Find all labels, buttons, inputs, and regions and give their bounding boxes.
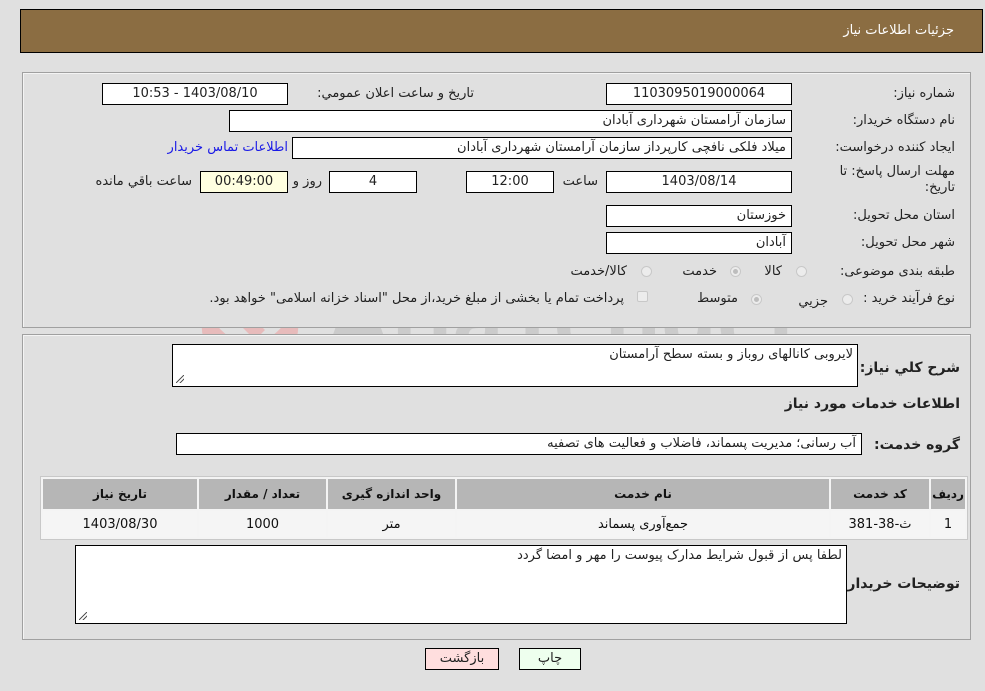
- cell-unit: متر: [328, 511, 455, 537]
- category-service-radio[interactable]: [730, 266, 741, 277]
- deadline-label: مهلت ارسال پاسخ: تا تاریخ:: [839, 164, 955, 195]
- cell-service-code: ث-38-381: [831, 511, 929, 537]
- buyer-contact-link[interactable]: اطلاعات تماس خریدار: [168, 140, 288, 155]
- time-remaining-label: ساعت باقي مانده: [95, 174, 192, 189]
- table-row: 1 ث-38-381 جمع‌آوری پسماند متر 1000 1403…: [43, 511, 965, 537]
- creator-label: ایجاد کننده درخواست:: [835, 140, 955, 155]
- resize-grip-icon[interactable]: [176, 375, 184, 383]
- days-remaining-field[interactable]: 4: [329, 171, 417, 193]
- col-header-service-name: نام خدمت: [457, 479, 829, 509]
- purchase-medium-radio[interactable]: [751, 294, 762, 305]
- category-goods-service-radio[interactable]: [641, 266, 652, 277]
- category-goods-service-label: کالا/خدمت: [570, 264, 627, 279]
- need-number-label: شماره نیاز:: [893, 86, 955, 101]
- need-number-field[interactable]: 1103095019000064: [606, 83, 792, 105]
- table-header-row: ردیف کد خدمت نام خدمت واحد اندازه گیری ت…: [43, 479, 965, 509]
- print-button[interactable]: چاپ: [519, 648, 581, 670]
- province-label: استان محل تحویل:: [853, 208, 955, 223]
- buyer-notes-text: لطفا پس از قبول شرایط مدارک پیوست را مهر…: [517, 548, 842, 563]
- page-title: جزئیات اطلاعات نیاز: [843, 23, 954, 38]
- summary-label: شرح کلي نیاز:: [859, 360, 960, 376]
- services-heading: اطلاعات خدمات مورد نیاز: [784, 396, 960, 412]
- category-label: طبقه بندی موضوعی:: [839, 264, 955, 279]
- city-label: شهر محل تحویل:: [860, 235, 955, 250]
- services-table: ردیف کد خدمت نام خدمت واحد اندازه گیری ت…: [40, 476, 968, 540]
- cell-service-name: جمع‌آوری پسماند: [457, 511, 829, 537]
- time-remaining-field[interactable]: 00:49:00: [200, 171, 288, 193]
- buyer-notes-textarea[interactable]: لطفا پس از قبول شرایط مدارک پیوست را مهر…: [75, 545, 847, 624]
- category-service-label: خدمت: [682, 264, 717, 279]
- purchase-medium-label: متوسط: [697, 291, 738, 306]
- days-label: روز و: [292, 174, 322, 189]
- col-header-need-date: تاریخ نیاز: [43, 479, 197, 509]
- cell-need-date: 1403/08/30: [43, 511, 197, 537]
- buyer-notes-label: توضیحات خریدار:: [841, 576, 960, 592]
- summary-textarea[interactable]: لایروبی کانالهای روباز و بسته سطح آرامست…: [172, 344, 858, 387]
- buyer-org-label: نام دستگاه خریدار:: [852, 113, 955, 128]
- category-goods-radio[interactable]: [796, 266, 807, 277]
- treasury-checkbox[interactable]: [637, 291, 648, 302]
- back-button[interactable]: بازگشت: [425, 648, 499, 670]
- category-goods-label: کالا: [764, 264, 782, 279]
- buyer-org-field[interactable]: سازمان آرامستان شهرداری آبادان: [229, 110, 792, 132]
- resize-grip-icon[interactable]: [79, 612, 87, 620]
- deadline-time-label: ساعت: [562, 174, 598, 189]
- purchase-minor-label: جزيي: [798, 294, 828, 309]
- need-info-panel: شماره نیاز: 1103095019000064 تاریخ و ساع…: [22, 72, 971, 328]
- col-header-service-code: کد خدمت: [831, 479, 929, 509]
- summary-text: لایروبی کانالهای روباز و بسته سطح آرامست…: [609, 347, 853, 362]
- service-group-label: گروه خدمت:: [874, 437, 960, 453]
- creator-field[interactable]: میلاد فلکی نافچی کارپرداز سازمان آرامستا…: [292, 137, 792, 159]
- purchase-type-label: نوع فرآیند خرید :: [863, 291, 955, 306]
- deadline-date-field[interactable]: 1403/08/14: [606, 171, 792, 193]
- col-header-quantity: تعداد / مقدار: [199, 479, 326, 509]
- announce-datetime-field[interactable]: 1403/08/10 - 10:53: [102, 83, 288, 105]
- page-header: جزئیات اطلاعات نیاز: [20, 9, 983, 53]
- col-header-row-number: ردیف: [931, 479, 965, 509]
- cell-quantity: 1000: [199, 511, 326, 537]
- province-field[interactable]: خوزستان: [606, 205, 792, 227]
- city-field[interactable]: آبادان: [606, 232, 792, 254]
- deadline-time-field[interactable]: 12:00: [466, 171, 554, 193]
- cell-row-number: 1: [931, 511, 965, 537]
- treasury-note: پرداخت تمام یا بخشی از مبلغ خرید،از محل …: [209, 291, 624, 306]
- service-group-field[interactable]: آب رسانی؛ مدیریت پسماند، فاضلاب و فعالیت…: [176, 433, 862, 455]
- purchase-minor-radio[interactable]: [842, 294, 853, 305]
- announce-label: تاریخ و ساعت اعلان عمومي:: [317, 86, 474, 101]
- col-header-unit: واحد اندازه گیری: [328, 479, 455, 509]
